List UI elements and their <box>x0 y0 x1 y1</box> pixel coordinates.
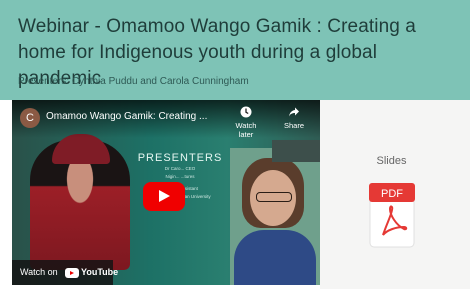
play-button[interactable] <box>143 182 185 211</box>
slide-title: PRESENTERS <box>137 152 223 164</box>
video-top-bar: C Omamoo Wango Gamik: Creating ... Watch… <box>12 100 320 139</box>
clock-icon <box>228 106 264 121</box>
slides-panel: Slides PDF <box>320 100 470 289</box>
presenter-body <box>234 230 316 285</box>
presenters-text: Presenters: Cynthia Puddu and Carola Cun… <box>18 76 249 87</box>
pdf-download-icon[interactable]: PDF <box>369 183 415 249</box>
participant-thumbnails <box>272 140 320 162</box>
watch-later-label: Watch later <box>235 121 257 139</box>
page-header: Webinar - Omamoo Wango Gamik : Creating … <box>0 0 470 100</box>
slides-label: Slides <box>376 155 407 167</box>
presenter-hat <box>52 134 110 164</box>
video-title-link[interactable]: Omamoo Wango Gamik: Creating ... <box>46 111 207 122</box>
pdf-badge-label: PDF <box>381 188 403 200</box>
youtube-wordmark: YouTube <box>81 267 119 277</box>
share-icon <box>276 106 312 121</box>
watch-on-label: Watch on <box>20 267 58 277</box>
watch-on-youtube-button[interactable]: Watch on YouTube <box>12 260 118 285</box>
channel-avatar[interactable]: C <box>20 108 40 128</box>
slide-line: Nigin... ...tures <box>165 174 195 179</box>
presenter-image-right <box>230 148 320 285</box>
presenter-glasses <box>256 192 292 202</box>
watch-later-button[interactable]: Watch later <box>228 106 264 139</box>
share-label: Share <box>283 121 304 130</box>
slide-line: Dr Caro... CEO <box>164 166 196 171</box>
play-icon <box>159 190 170 202</box>
share-button[interactable]: Share <box>276 106 312 130</box>
youtube-embed[interactable]: PRESENTERS Dr Caro... CEO Nigin... ...tu… <box>12 100 320 285</box>
youtube-logo-icon <box>65 268 79 278</box>
